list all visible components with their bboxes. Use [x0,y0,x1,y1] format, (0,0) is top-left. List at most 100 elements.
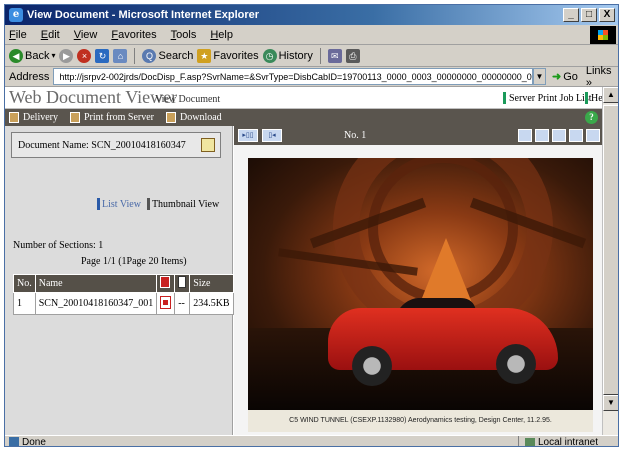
menu-bar: File Edit View Favorites Tools Help [5,25,618,45]
toolbar: ◀ Back ▾ ▶ × ↻ ⌂ Q Search ★ Favorites ◷ … [5,45,618,67]
row-no: 1 [13,292,36,315]
zoom-out-icon[interactable] [535,129,549,142]
tab-list-view[interactable]: List View [97,198,141,210]
menu-view[interactable]: View [74,29,98,41]
document-list-panel: Document Name: SCN_20010418160347 List V… [5,126,234,435]
fit-width-icon[interactable] [586,129,600,142]
ie-icon: e [9,8,23,22]
intranet-icon [524,437,535,446]
section-count: Number of Sections: 1 [13,240,104,251]
menu-file[interactable]: File [9,29,27,41]
browser-window: e View Document - Microsoft Internet Exp… [4,4,619,447]
column-header-pdf [156,274,176,293]
page-content: Web Document Viewer View Document Server… [5,87,604,435]
go-arrow-icon: ➜ [551,71,562,83]
rotate-left-icon[interactable] [552,129,566,142]
thumbnail-view-icon [146,198,150,210]
vertical-scrollbar[interactable]: ▲ ▼ [602,87,618,435]
forward-arrow-icon[interactable]: ▶ [59,48,74,63]
row-dash: -- [174,292,191,315]
table-row[interactable]: 1 SCN_20010418160347_001 -- 234.5KB [13,292,234,315]
sections-table: No. Name Size 1 SCN_20010418160347_001 -… [13,274,234,315]
download-button[interactable]: Download [166,112,222,123]
mail-icon[interactable]: ✉ [327,48,342,63]
row-pdf-cell[interactable] [156,292,176,315]
menu-edit[interactable]: Edit [41,29,60,41]
maximize-button[interactable]: □ [581,8,597,22]
refresh-icon[interactable]: ↻ [95,48,110,63]
chevron-down-icon: ▾ [51,51,56,60]
server-print-job-list-link[interactable]: Server Print Job List [503,92,592,104]
column-header-name: Name [34,274,158,293]
home-icon[interactable]: ⌂ [113,48,128,63]
viewer-toolbar: ▸▯▯ ▯◂ No. 1 [234,126,604,145]
links-button[interactable]: Links » [586,65,618,89]
toolbar-divider [134,47,136,64]
column-header-size: Size [189,274,234,293]
print-from-server-button[interactable]: Print from Server [70,112,154,123]
back-button[interactable]: ◀ Back ▾ [9,48,56,63]
fit-page-button[interactable]: ▸▯▯ [238,129,258,142]
rotate-right-icon[interactable] [569,129,583,142]
list-view-icon [97,198,100,210]
scroll-down-icon[interactable]: ▼ [603,395,618,411]
document-name: Document Name: SCN_20010418160347 [18,140,186,151]
scroll-thumb[interactable] [603,105,618,395]
history-icon: ◷ [262,48,277,63]
search-icon: Q [142,48,157,63]
history-button[interactable]: ◷ History [262,48,313,63]
scroll-up-icon[interactable]: ▲ [603,87,618,103]
zoom-in-icon[interactable] [518,129,532,142]
tab-thumbnail-view[interactable]: Thumbnail View [146,198,219,210]
document-viewer: ▸▯▯ ▯◂ No. 1 C5 WIND TUNNEL (CSEXP.11329… [234,126,604,435]
security-zone: Local intranet [517,436,598,447]
delivery-button[interactable]: Delivery [9,112,58,123]
address-url: http://jsrpv2-002jrds/DocDisp_F.asp?SvrN… [59,71,533,82]
menu-tools[interactable]: Tools [171,29,197,41]
address-dropdown-button[interactable]: ▼ [532,68,546,85]
favorites-button[interactable]: ★ Favorites [197,48,259,63]
app-title: Web Document Viewer [9,87,178,107]
menu-help[interactable]: Help [210,29,233,41]
edit-icon[interactable] [201,138,215,152]
thumbnail-toggle-button[interactable]: ▯◂ [262,129,282,142]
status-text: Done [22,436,46,447]
search-button[interactable]: Q Search [142,48,193,63]
view-mode-tabs: List View Thumbnail View [97,198,219,210]
address-input[interactable]: http://jsrpv2-002jrds/DocDisp_F.asp?SvrN… [53,68,533,85]
page-number: No. 1 [344,130,367,141]
print-icon [70,112,80,123]
page-info: Page 1/1 (1Page 20 Items) [81,256,187,267]
action-bar: Delivery Print from Server Download ? [5,109,604,126]
link-marker-icon [585,92,588,104]
favorites-icon: ★ [197,48,212,63]
table-header-row: No. Name Size [13,274,234,293]
delivery-icon [9,112,19,123]
windows-logo-icon [590,26,616,44]
page-status-icon [9,437,19,446]
toolbar-divider [319,47,321,64]
viewer-tools [518,129,600,142]
stop-icon[interactable]: × [77,48,92,63]
row-size: 234.5KB [189,292,234,315]
document-image [248,158,593,410]
title-bar: e View Document - Microsoft Internet Exp… [5,5,618,25]
document-name-box: Document Name: SCN_20010418160347 [11,132,221,158]
print-icon[interactable]: ⎙ [345,48,360,63]
row-name-link[interactable]: SCN_20010418160347_001 [34,292,158,315]
pdf-download-icon [160,295,172,309]
zone-text: Local intranet [537,437,598,447]
address-label: Address [9,70,50,83]
app-header: Web Document Viewer View Document Server… [5,87,604,109]
menu-favorites[interactable]: Favorites [111,29,156,41]
image-caption: C5 WIND TUNNEL (CSEXP.1132980) Aerodynam… [248,410,593,432]
close-button[interactable]: X [599,8,615,22]
car-wheel [496,344,536,384]
minimize-button[interactable]: _ [563,8,579,22]
window-controls: _ □ X [563,8,615,22]
go-button[interactable]: ➜ Go [551,70,578,84]
help-icon[interactable]: ? [585,111,598,124]
app-subtitle: View Document [155,94,221,105]
window-title: View Document - Microsoft Internet Explo… [27,9,260,21]
car-wheel [352,346,392,386]
